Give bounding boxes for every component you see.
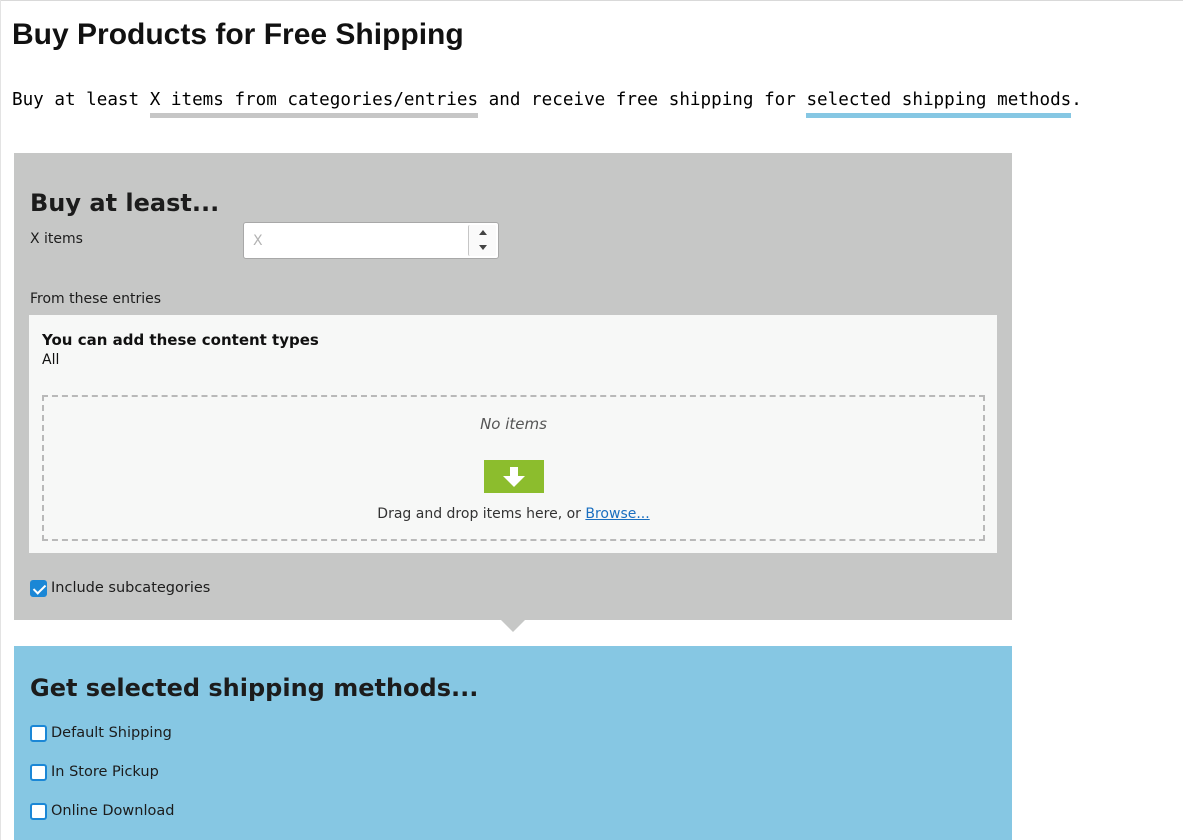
page-title: Buy Products for Free Shipping [12,18,464,51]
download-arrow-icon [484,460,544,493]
x-items-stepper[interactable] [243,222,499,259]
from-entries-label: From these entries [30,291,161,307]
include-subcategories-label[interactable]: Include subcategories [51,580,210,596]
top-divider [0,0,1183,1]
x-items-input[interactable] [244,223,468,258]
x-items-spinner[interactable] [468,225,496,256]
content-types-title: You can add these content types [42,331,319,349]
drop-hint-text: Drag and drop items here, or [377,506,586,522]
content-types-panel: You can add these content types All No i… [29,315,997,553]
summary-highlight-shipping[interactable]: selected shipping methods [806,90,1072,118]
buy-section-heading: Buy at least... [30,189,220,217]
shipping-section-heading: Get selected shipping methods... [30,674,479,702]
x-items-label: X items [30,231,83,247]
summary-text-2: and receive free shipping for [478,90,807,110]
browse-link[interactable]: Browse... [585,506,649,522]
default-shipping-checkbox[interactable] [30,725,47,742]
section-connector-notch [501,620,525,632]
online-download-checkbox[interactable] [30,803,47,820]
summary-text-1: Buy at least [12,90,150,110]
online-download-label[interactable]: Online Download [51,803,174,819]
drop-hint: Drag and drop items here, or Browse... [44,506,983,522]
shipping-methods-section: Get selected shipping methods... Default… [14,646,1012,840]
default-shipping-label[interactable]: Default Shipping [51,725,172,741]
spin-up-icon[interactable] [469,225,496,240]
summary-text-3: . [1071,90,1082,110]
no-items-text: No items [480,415,547,433]
content-types-value: All [42,352,60,368]
left-divider [0,0,1,840]
summary-highlight-items[interactable]: X items from categories/entries [149,90,479,118]
spin-down-icon[interactable] [469,240,496,255]
buy-at-least-section: Buy at least... X items From these entri… [14,153,1012,620]
promotion-summary: Buy at least X items from categories/ent… [12,90,1082,118]
in-store-pickup-checkbox[interactable] [30,764,47,781]
in-store-pickup-label[interactable]: In Store Pickup [51,764,159,780]
drop-zone[interactable]: No items Drag and drop items here, or Br… [42,395,985,541]
include-subcategories-checkbox[interactable] [30,580,47,597]
